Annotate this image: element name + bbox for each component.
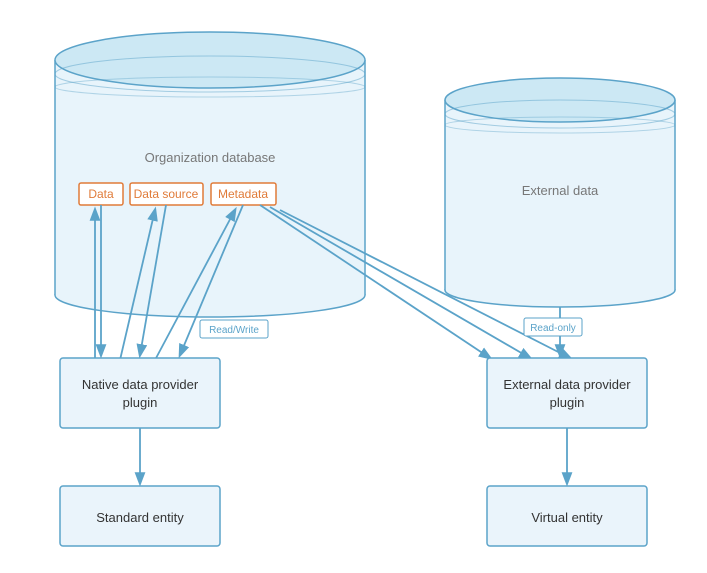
svg-text:plugin: plugin	[550, 395, 585, 410]
svg-text:Standard entity: Standard entity	[96, 510, 184, 525]
diagram-svg: Data Data source Metadata Read/Write	[0, 0, 707, 573]
svg-text:Native data provider: Native data provider	[82, 377, 199, 392]
svg-text:Virtual entity: Virtual entity	[531, 510, 603, 525]
svg-text:Organization database: Organization database	[145, 150, 276, 165]
diagram-container: Data Data source Metadata Read/Write	[0, 0, 707, 573]
svg-text:Metadata: Metadata	[218, 187, 268, 201]
svg-text:Data: Data	[88, 187, 114, 201]
svg-text:Read/Write: Read/Write	[209, 325, 259, 336]
svg-text:plugin: plugin	[123, 395, 158, 410]
svg-text:Read-only: Read-only	[530, 323, 576, 334]
svg-text:External data: External data	[522, 183, 599, 198]
svg-text:External data provider: External data provider	[503, 377, 631, 392]
svg-text:Data source: Data source	[134, 187, 199, 201]
